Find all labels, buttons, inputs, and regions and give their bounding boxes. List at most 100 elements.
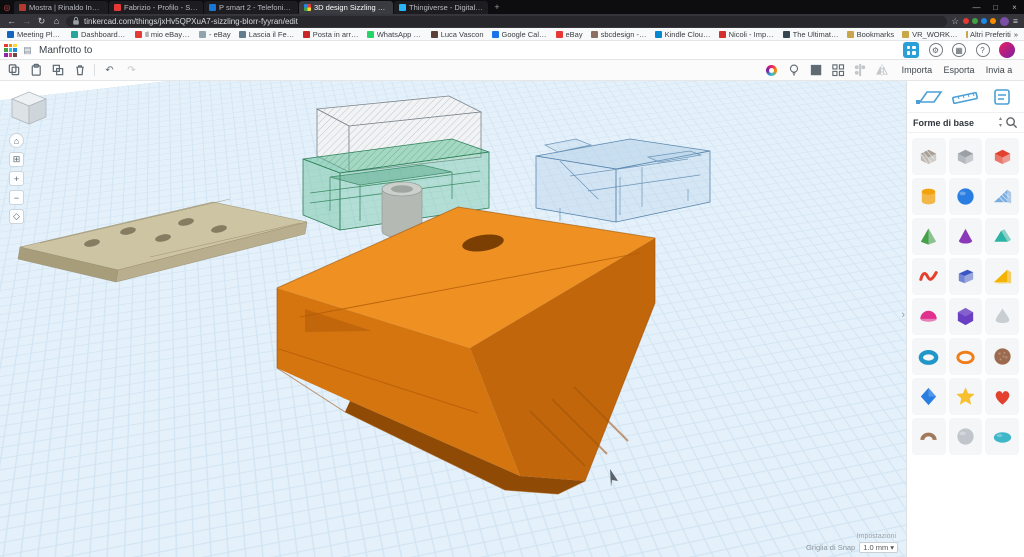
bookmark-item[interactable]: Lascia il Feedback — [236, 30, 298, 39]
shape-tile[interactable] — [949, 258, 983, 295]
paste-button[interactable] — [28, 63, 43, 78]
minimize-button[interactable]: — — [967, 0, 986, 14]
bookmark-item[interactable]: Il mio eBay - Ogget… — [132, 30, 194, 39]
browser-tab[interactable]: 3D design Sizzling Blorr-Fyyran |… — [299, 1, 393, 14]
extension-icon[interactable] — [972, 18, 978, 24]
shape-tile[interactable] — [949, 338, 983, 375]
shape-tile[interactable] — [912, 178, 946, 215]
shape-tile[interactable] — [949, 178, 983, 215]
ungroup-button[interactable] — [830, 63, 845, 78]
view-cube[interactable] — [8, 87, 52, 131]
shape-category-select[interactable]: Forme di base — [913, 118, 996, 128]
panel-collapse-chevron-icon[interactable]: › — [901, 309, 905, 321]
shape-tile[interactable] — [949, 218, 983, 255]
shape-tile[interactable] — [912, 218, 946, 255]
send-to-button[interactable]: Invia a — [986, 65, 1013, 75]
notes-tool-icon[interactable] — [987, 86, 1017, 108]
duplicate-button[interactable] — [50, 63, 65, 78]
design-title[interactable]: Manfrotto to — [39, 45, 92, 56]
new-tab-button[interactable]: + — [489, 0, 505, 14]
bookmark-star-icon[interactable]: ☆ — [951, 16, 959, 27]
shape-tile[interactable] — [985, 378, 1019, 415]
tinkercad-logo-icon[interactable] — [4, 44, 17, 57]
blocks-icon[interactable]: ▦ — [952, 43, 966, 57]
shapes-panel-toggle-icon[interactable] — [903, 42, 919, 58]
hide-selected-button[interactable] — [786, 63, 801, 78]
viewport-canvas[interactable]: ⌂ ⊞ + − ◇ › Impostazioni Griglia di Snap… — [0, 81, 906, 557]
bookmark-item[interactable]: sbcdesign - Garda… — [588, 30, 650, 39]
zoom-out-button[interactable]: − — [9, 190, 24, 205]
shape-tile[interactable] — [985, 138, 1019, 175]
perspective-toggle-button[interactable]: ◇ — [9, 209, 24, 224]
show-all-button[interactable] — [764, 63, 779, 78]
workplane-tool-icon[interactable] — [914, 86, 944, 108]
browser-menu-button[interactable]: ≡ — [1013, 16, 1018, 26]
bookmark-item[interactable]: Nicoli - Improve Fo… — [716, 30, 778, 39]
home-view-button[interactable]: ⌂ — [9, 133, 24, 148]
shape-tile[interactable] — [985, 338, 1019, 375]
bookmark-item[interactable]: The Ultimate White… — [780, 30, 842, 39]
group-button[interactable] — [808, 63, 823, 78]
settings-gear-icon[interactable]: ⚙ — [929, 43, 943, 57]
help-icon[interactable]: ? — [976, 43, 990, 57]
close-button[interactable]: × — [1005, 0, 1024, 14]
category-sort-icon[interactable]: ▴ ▾ — [999, 116, 1002, 129]
bookmark-item[interactable]: Bookmarks — [844, 30, 898, 39]
redo-button[interactable]: ↷ — [124, 63, 139, 78]
browser-profile-avatar[interactable] — [1000, 17, 1009, 26]
design-menu-icon[interactable]: ▤ — [21, 44, 34, 57]
model-orange-clamp[interactable] — [277, 207, 655, 494]
extension-icon[interactable] — [981, 18, 987, 24]
extension-icon[interactable] — [963, 18, 969, 24]
shape-tile[interactable] — [949, 298, 983, 335]
ruler-tool-icon[interactable] — [950, 86, 980, 108]
zoom-in-button[interactable]: + — [9, 171, 24, 186]
shape-tile[interactable] — [912, 338, 946, 375]
shape-tile[interactable] — [912, 378, 946, 415]
browser-menu-icon[interactable]: ◎ — [0, 0, 14, 14]
model-tan-bracket[interactable] — [18, 199, 307, 282]
bookmark-item[interactable]: - eBay — [196, 30, 234, 39]
browser-tab[interactable]: Fabrizio - Profilo - Subito.it — [109, 1, 203, 14]
snap-grid-select[interactable]: 1.0 mm ▾ — [859, 542, 898, 553]
home-button[interactable]: ⌂ — [51, 14, 62, 28]
back-button[interactable]: ← — [6, 14, 17, 28]
address-field[interactable]: tinkercad.com/things/jxHv5QPXuA7-sizzlin… — [66, 16, 947, 27]
shape-tile[interactable] — [949, 378, 983, 415]
shape-tile[interactable] — [985, 258, 1019, 295]
shape-tile[interactable] — [949, 138, 983, 175]
search-icon[interactable] — [1005, 116, 1018, 129]
bookmark-item[interactable]: Dashboard | Tink… — [68, 30, 130, 39]
shape-tile[interactable] — [985, 298, 1019, 335]
flip-button[interactable] — [874, 63, 889, 78]
model-blue-wireframe[interactable] — [536, 139, 710, 222]
shape-tile[interactable] — [912, 138, 946, 175]
bookmark-item[interactable]: Meeting Planner -… — [4, 30, 66, 39]
delete-button[interactable] — [72, 63, 87, 78]
shape-tile[interactable] — [985, 418, 1019, 455]
grid-settings-label[interactable]: Impostazioni — [857, 533, 896, 540]
forward-button[interactable]: → — [21, 14, 32, 28]
shape-tile[interactable] — [985, 218, 1019, 255]
bookmark-item[interactable]: Posta in arrivo (657… — [300, 30, 362, 39]
import-button[interactable]: Importa — [902, 65, 933, 75]
shape-tile[interactable] — [912, 418, 946, 455]
bookmark-item[interactable]: WhatsApp Web — [364, 30, 426, 39]
bookmark-item[interactable]: VR_WORKS_portfolio — [899, 30, 961, 39]
undo-button[interactable]: ↶ — [102, 63, 117, 78]
bookmark-item[interactable]: Google Calendar -… — [489, 30, 551, 39]
shape-tile[interactable] — [912, 258, 946, 295]
reload-button[interactable]: ↻ — [36, 14, 47, 28]
bookmark-item[interactable]: eBay — [553, 30, 586, 39]
user-avatar[interactable] — [999, 42, 1015, 58]
maximize-button[interactable]: □ — [986, 0, 1005, 14]
copy-button[interactable] — [6, 63, 21, 78]
export-button[interactable]: Esporta — [943, 65, 974, 75]
browser-tab[interactable]: P smart 2 - Telefonia In vendita … — [204, 1, 298, 14]
extension-icon[interactable] — [990, 18, 996, 24]
shape-tile[interactable] — [949, 418, 983, 455]
browser-tab[interactable]: Mostra | Rinaldo Invernizzi | Mo… — [14, 1, 108, 14]
shape-tile[interactable] — [912, 298, 946, 335]
bookmark-item[interactable]: Kindle Cloud Reader — [652, 30, 714, 39]
align-button[interactable] — [852, 63, 867, 78]
